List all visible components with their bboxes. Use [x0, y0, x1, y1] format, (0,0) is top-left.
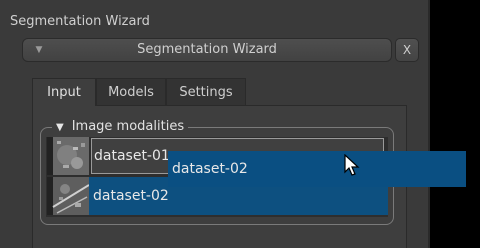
- tab-models[interactable]: Models: [96, 78, 166, 105]
- dataset-thumbnail: [47, 137, 89, 175]
- image-modalities-legend[interactable]: ▼ Image modalities: [52, 118, 189, 136]
- triangle-down-icon: ▼: [56, 122, 64, 133]
- mouse-pointer-icon: [344, 154, 360, 176]
- panel-border: [428, 0, 430, 248]
- tab-settings[interactable]: Settings: [166, 78, 246, 105]
- panel-title: Segmentation Wizard: [10, 14, 150, 29]
- thumbnail-image: [47, 177, 89, 215]
- dataset-thumbnail: [47, 177, 89, 215]
- collapsible-header-label: Segmentation Wizard: [137, 42, 277, 57]
- triangle-down-icon: ▼: [35, 45, 43, 55]
- close-button[interactable]: X: [395, 38, 419, 62]
- segmentation-wizard-collapsible-header[interactable]: ▼ Segmentation Wizard: [22, 38, 392, 62]
- group-title: Image modalities: [71, 119, 185, 134]
- drag-ghost-item: dataset-02: [168, 151, 466, 187]
- thumbnail-image: [47, 137, 89, 175]
- tab-input[interactable]: Input: [32, 78, 96, 106]
